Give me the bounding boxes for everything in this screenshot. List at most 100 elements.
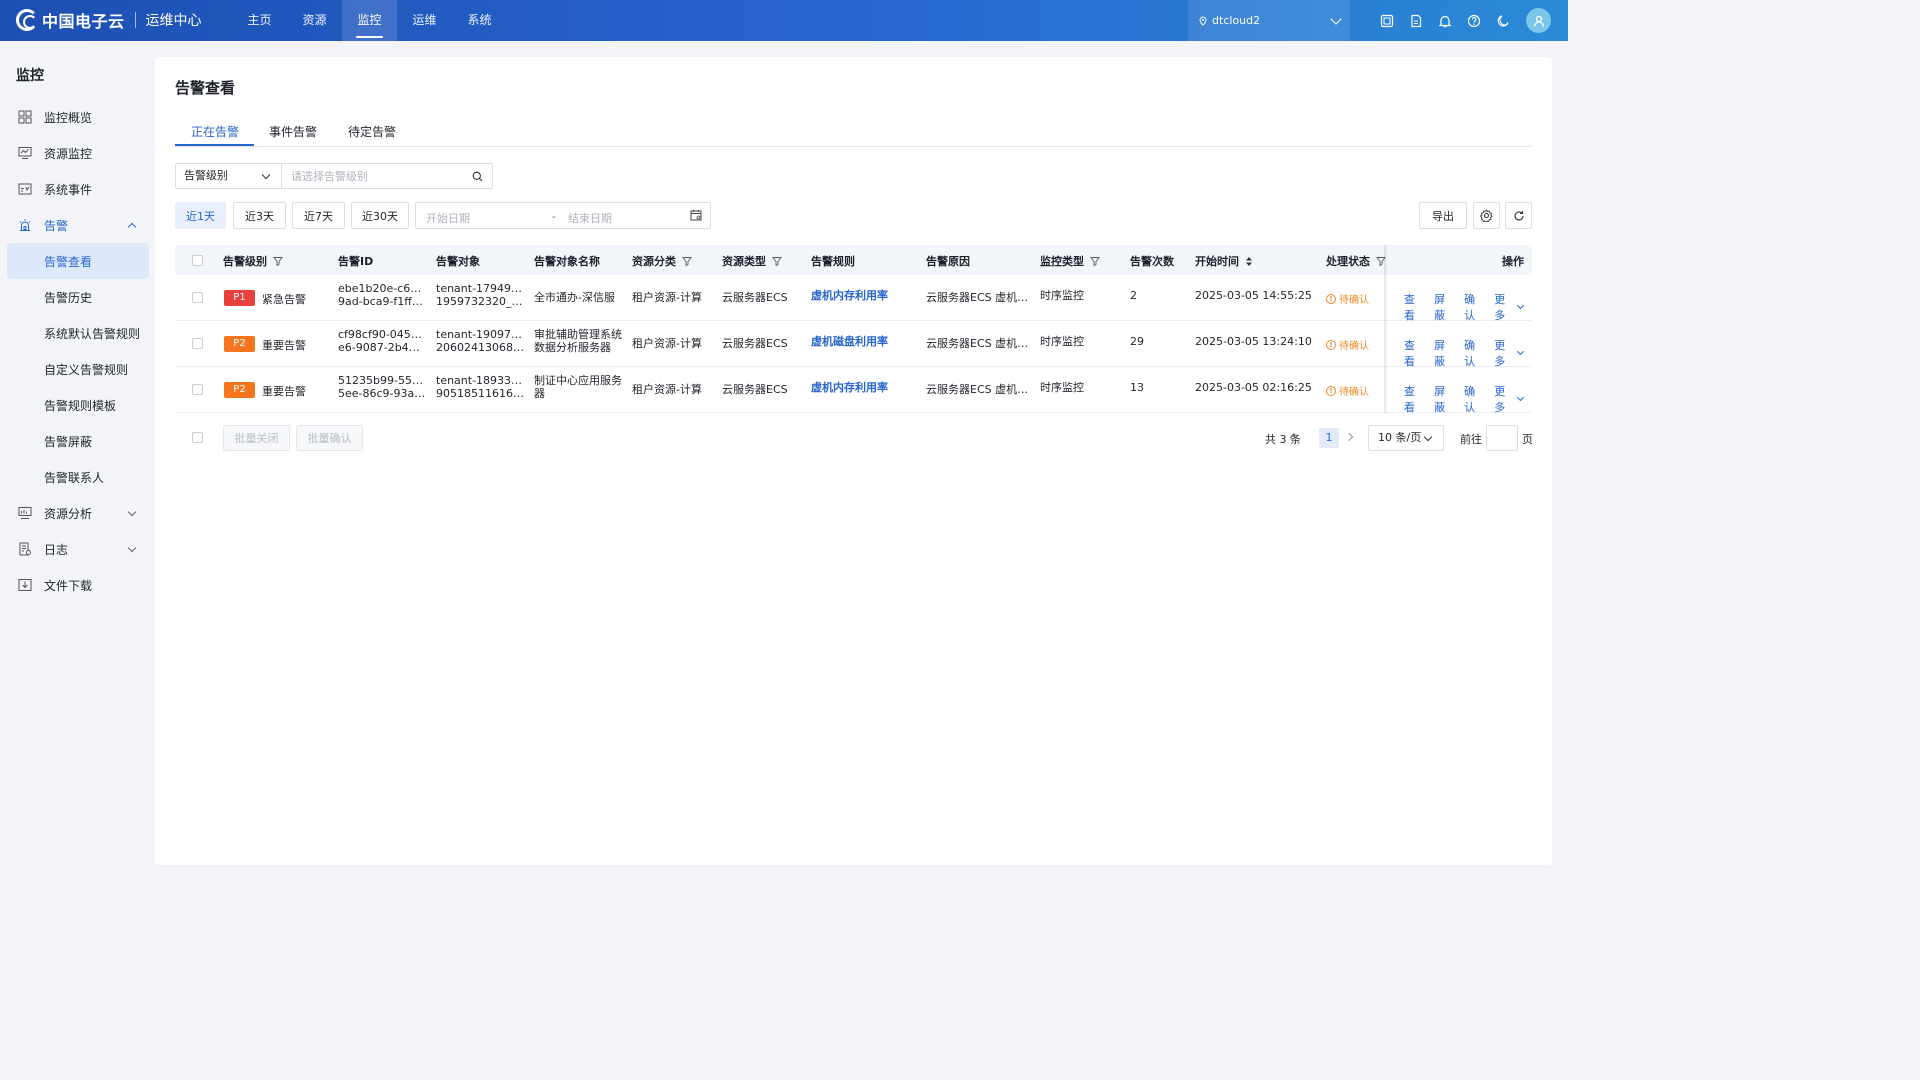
sidebar-item-file-download[interactable]: 文件下载 [7, 567, 149, 603]
more-action[interactable]: 更多 [1494, 383, 1525, 415]
row-checkbox[interactable] [192, 384, 203, 395]
pager-page-unit: 页 [1522, 433, 1533, 446]
grid-icon [18, 110, 32, 124]
cloud-selector[interactable]: dtcloud2 [1188, 0, 1350, 41]
tab-event-alarms[interactable]: 事件告警 [269, 123, 317, 140]
document-icon[interactable] [1401, 0, 1430, 41]
pager-current-page[interactable]: 1 [1319, 428, 1339, 448]
more-label: 更多 [1494, 385, 1506, 414]
sidebar-item-alarm-contacts[interactable]: 告警联系人 [7, 459, 149, 495]
confirm-action[interactable]: 确认 [1464, 291, 1485, 323]
date-range-picker[interactable]: 开始日期 - 结束日期 [415, 202, 711, 229]
alarm-id-line: e6-9087-2b444… [338, 341, 426, 354]
bell-icon[interactable] [1430, 0, 1459, 41]
range-30-days-button[interactable]: 近30天 [351, 202, 409, 229]
monitor-icon [18, 147, 32, 159]
select-all-checkbox[interactable] [192, 255, 203, 266]
help-icon[interactable] [1459, 0, 1488, 41]
sidebar-item-resource-monitor[interactable]: 资源监控 [7, 135, 149, 171]
topnav-monitor[interactable]: 监控 [342, 0, 397, 41]
topnav-ops[interactable]: 运维 [397, 0, 452, 41]
page-size-select[interactable]: 10 条/页 [1368, 425, 1444, 451]
cloud-logo-icon [16, 9, 38, 31]
end-date-field[interactable]: 结束日期 [568, 210, 612, 226]
more-action[interactable]: 更多 [1494, 337, 1525, 369]
view-action[interactable]: 查看 [1404, 337, 1425, 369]
search-icon[interactable] [462, 164, 492, 188]
alarm-count: 2 [1130, 289, 1137, 302]
start-time: 2025-03-05 02:16:25 [1195, 381, 1312, 394]
sidebar-item-default-rules[interactable]: 系统默认告警规则 [7, 315, 149, 351]
chevron-right-icon[interactable] [1344, 432, 1354, 442]
tab-active-alarms[interactable]: 正在告警 [191, 123, 239, 140]
mask-action[interactable]: 屏蔽 [1434, 383, 1455, 415]
sidebar-item-logs[interactable]: 日志 [7, 531, 149, 567]
alarm-rule-link[interactable]: 虚机内存利用率 [811, 381, 921, 394]
batch-close-button[interactable]: 批量关闭 [223, 425, 290, 451]
mask-action[interactable]: 屏蔽 [1434, 291, 1455, 323]
sort-icon[interactable] [1245, 256, 1253, 267]
view-action[interactable]: 查看 [1404, 383, 1425, 415]
sidebar-item-monitor-overview[interactable]: 监控概览 [7, 99, 149, 135]
filter-icon[interactable] [1090, 256, 1100, 266]
batch-confirm-button[interactable]: 批量确认 [296, 425, 363, 451]
brand-logo[interactable]: 中国电子云 运维中心 [16, 8, 202, 32]
sidebar-item-system-events[interactable]: 系统事件 [7, 171, 149, 207]
alarm-reason: 云服务器ECS 虚机… [926, 337, 1029, 350]
topnav-system[interactable]: 系统 [452, 0, 507, 41]
chevron-down-icon [1423, 432, 1433, 442]
brand-divider [134, 12, 136, 28]
start-time: 2025-03-05 13:24:10 [1195, 335, 1312, 348]
pager-goto-label: 前往 [1460, 433, 1482, 446]
alarm-rule-link[interactable]: 虚机内存利用率 [811, 289, 921, 302]
start-date-field[interactable]: 开始日期 [426, 210, 470, 226]
table-row: P2 重要告警 cf98cf90-0452-43 e6-9087-2b444… t… [175, 321, 1532, 369]
topnav-home[interactable]: 主页 [232, 0, 287, 41]
filter-icon[interactable] [682, 256, 692, 266]
export-button[interactable]: 导出 [1419, 202, 1467, 229]
row-checkbox[interactable] [192, 292, 203, 303]
target-name-line: 器 [534, 387, 545, 400]
view-action[interactable]: 查看 [1404, 291, 1425, 323]
tab-pending-alarms[interactable]: 待定告警 [348, 123, 396, 140]
refresh-button[interactable] [1505, 202, 1532, 229]
chevron-down-icon [261, 170, 271, 180]
pager-goto-input[interactable] [1486, 425, 1518, 451]
filter-icon[interactable] [772, 256, 782, 266]
col-label: 开始时间 [1195, 255, 1239, 268]
alarm-target-line: 90518511616_… [436, 387, 524, 400]
filter-icon[interactable] [273, 256, 283, 266]
sidebar-item-alarm[interactable]: 告警 [7, 207, 149, 243]
alarm-count: 29 [1130, 335, 1144, 348]
brand-subtitle: 运维中心 [145, 13, 202, 29]
range-1-day-button[interactable]: 近1天 [175, 202, 226, 229]
sidebar-item-alarm-mask[interactable]: 告警屏蔽 [7, 423, 149, 459]
mask-action[interactable]: 屏蔽 [1434, 337, 1455, 369]
confirm-action[interactable]: 确认 [1464, 337, 1485, 369]
confirm-action[interactable]: 确认 [1464, 383, 1485, 415]
footer-select-all-checkbox[interactable] [192, 432, 203, 443]
sidebar-item-alarm-view[interactable]: 告警查看 [7, 243, 149, 279]
topnav-resources[interactable]: 资源 [287, 0, 342, 41]
level-text: 紧急告警 [262, 293, 306, 306]
status-badge: ! 待确认 [1326, 291, 1369, 306]
row-checkbox[interactable] [192, 338, 203, 349]
screen-icon[interactable] [1372, 0, 1401, 41]
sidebar-item-rule-templates[interactable]: 告警规则模板 [7, 387, 149, 423]
user-avatar-icon[interactable] [1526, 8, 1551, 33]
moon-icon[interactable] [1488, 0, 1517, 41]
brand-name: 中国电子云 [42, 12, 125, 31]
sidebar-item-alarm-history[interactable]: 告警历史 [7, 279, 149, 315]
sidebar-item-resource-analysis[interactable]: 资源分析 [7, 495, 149, 531]
level-badge: P2 [224, 336, 255, 352]
col-label: 资源分类 [632, 255, 676, 268]
alarm-rule-link[interactable]: 虚机磁盘利用率 [811, 335, 921, 348]
filter-field-select[interactable]: 告警级别 [176, 164, 282, 188]
range-7-days-button[interactable]: 近7天 [292, 202, 345, 229]
range-3-days-button[interactable]: 近3天 [233, 202, 286, 229]
sidebar-item-custom-rules[interactable]: 自定义告警规则 [7, 351, 149, 387]
settings-button[interactable] [1473, 202, 1500, 229]
more-action[interactable]: 更多 [1494, 291, 1525, 323]
target-name-line: 制证中心应用服务 [534, 374, 622, 387]
alarm-level-search-input[interactable] [282, 164, 462, 188]
